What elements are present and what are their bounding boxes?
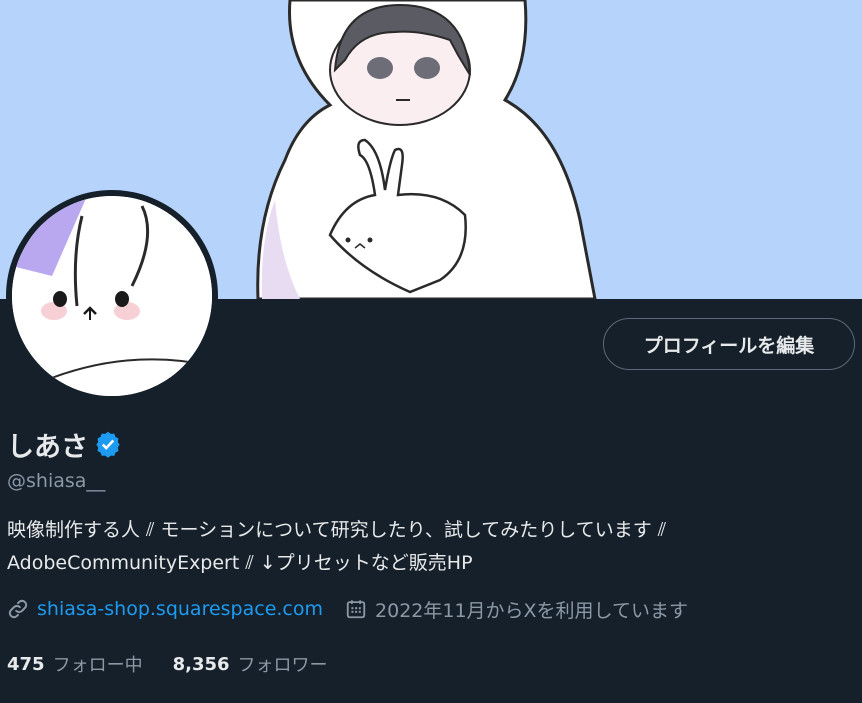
website-link[interactable]: shiasa-shop.squarespace.com [37,598,323,620]
profile-meta-row: shiasa-shop.squarespace.com 2022年11月からXを… [7,594,688,624]
join-date-text: 2022年11月からXを利用しています [375,599,688,622]
following-label: フォロー中 [52,655,143,676]
bio-line: 映像制作する人 ⫽ モーションについて研究したり、試してみたりしています ⫽ [7,519,667,541]
following-stat[interactable]: 475 フォロー中 [7,651,143,677]
profile-bio: 映像制作する人 ⫽ モーションについて研究したり、試してみたりしています ⫽ A… [7,514,852,580]
profile-avatar[interactable] [6,190,218,402]
profile-name-row: しあさ [7,425,122,463]
following-count: 475 [7,653,45,675]
verified-badge-icon[interactable] [94,430,122,458]
calendar-icon [345,598,367,620]
user-handle: @shiasa__ [7,470,106,492]
followers-label: フォロワー [237,655,328,676]
link-icon [7,598,29,620]
avatar-image [12,196,212,396]
followers-stat[interactable]: 8,356 フォロワー [173,651,328,677]
bio-line: AdobeCommunityExpert ⫽ ↓プリセットなど販売HP [7,552,473,574]
display-name: しあさ [7,431,88,463]
join-date: 2022年11月からXを利用しています [345,596,688,623]
follow-stats: 475 フォロー中 8,356 フォロワー [7,650,358,678]
edit-profile-button[interactable]: プロフィールを編集 [603,318,855,370]
followers-count: 8,356 [172,653,230,675]
